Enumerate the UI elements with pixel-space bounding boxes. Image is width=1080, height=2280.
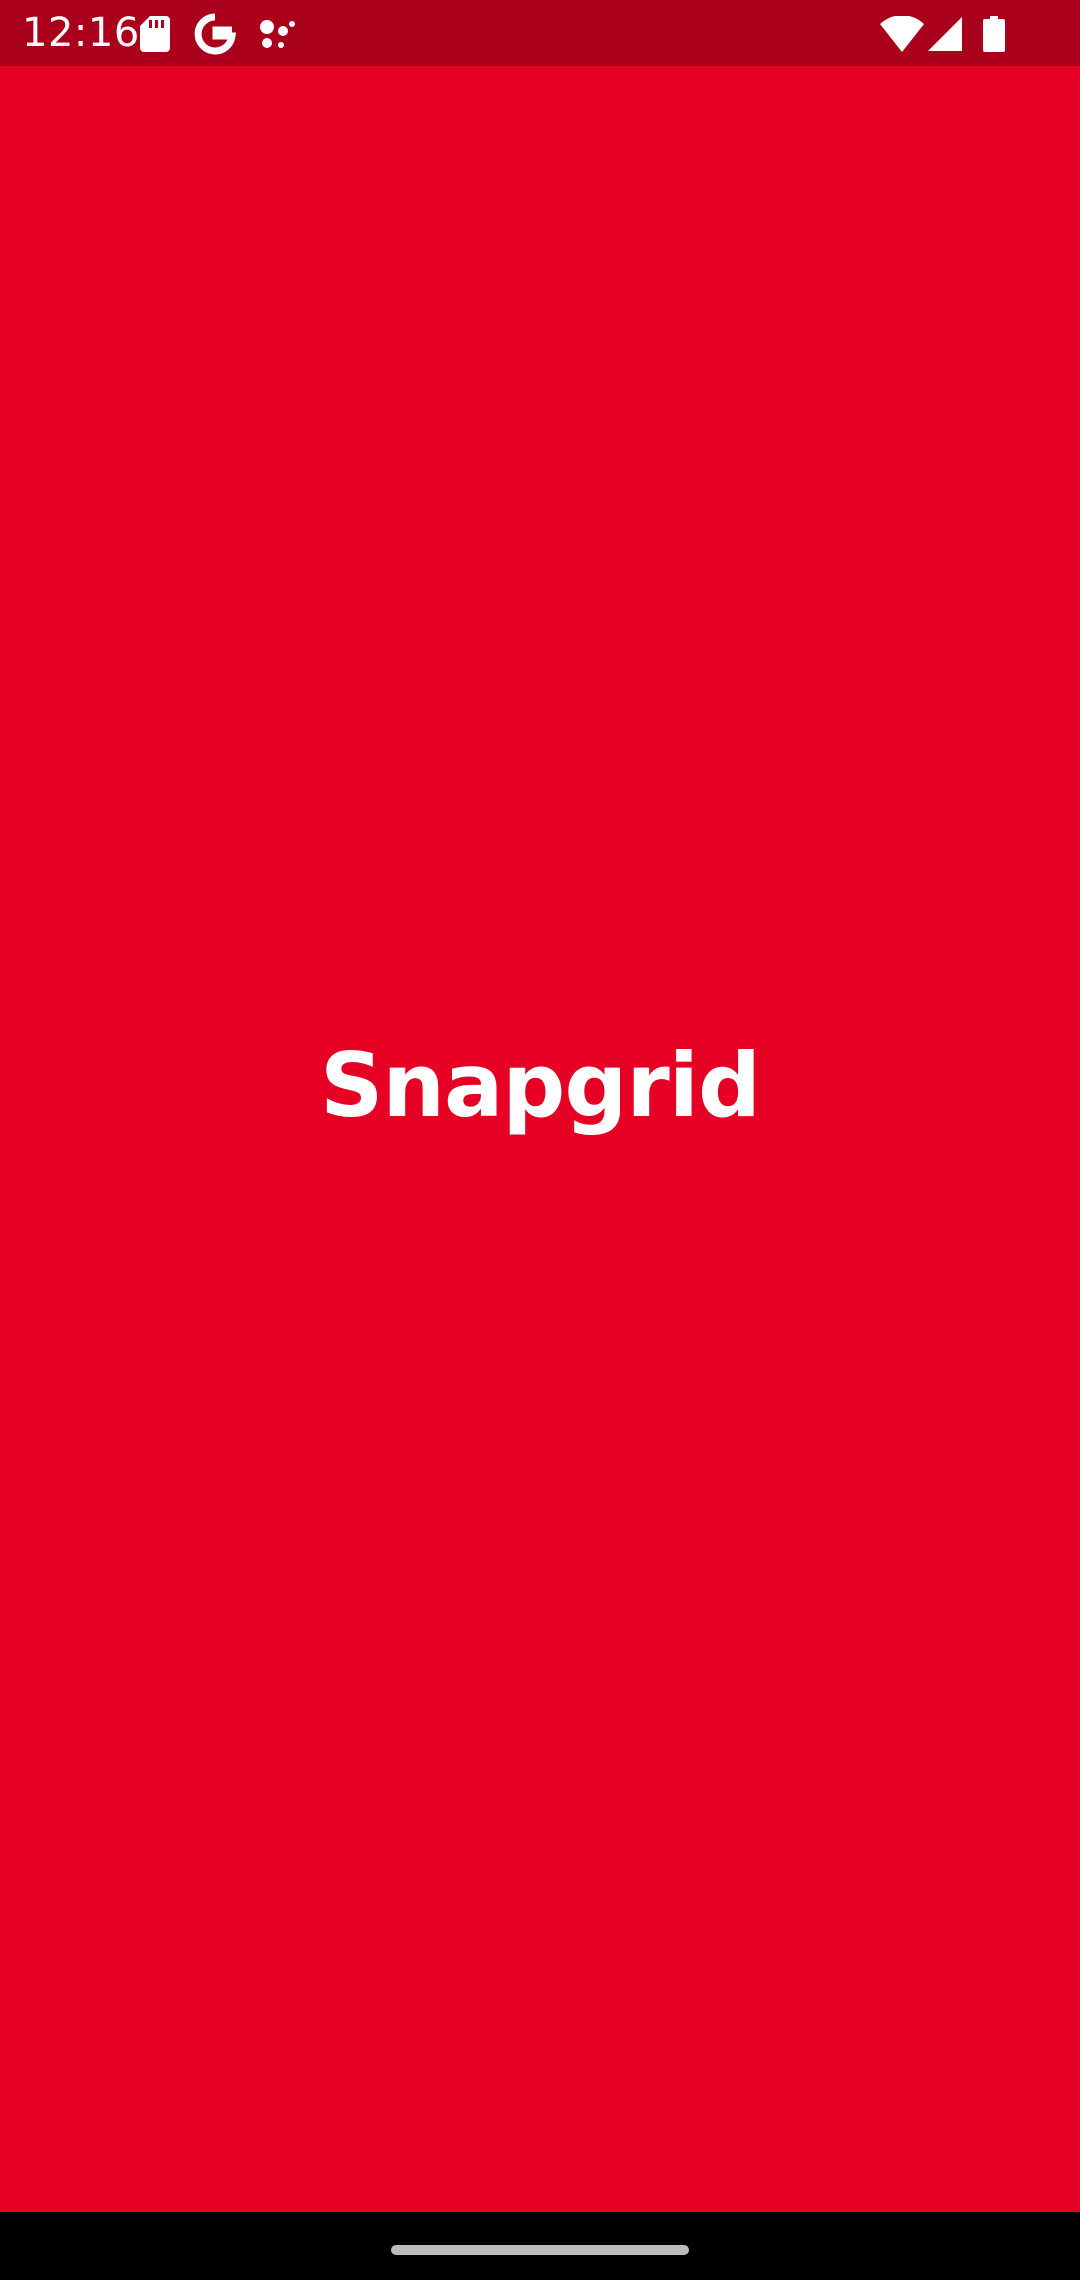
navigation-bar (0, 2212, 1080, 2280)
sd-card-icon (138, 12, 172, 56)
status-time: 12:16 (22, 10, 140, 56)
splash-screen (0, 66, 1080, 2212)
wifi-icon (880, 12, 924, 56)
signal-icon (928, 12, 962, 56)
app-title: Snapgrid (320, 1034, 761, 1137)
app-screen: 12:16 Snapgrid (0, 0, 1080, 2280)
battery-icon (982, 12, 1006, 56)
home-handle[interactable] (391, 2245, 689, 2255)
google-g-icon (193, 12, 237, 56)
dots-icon (258, 12, 298, 56)
status-bar: 12:16 (0, 0, 1080, 66)
